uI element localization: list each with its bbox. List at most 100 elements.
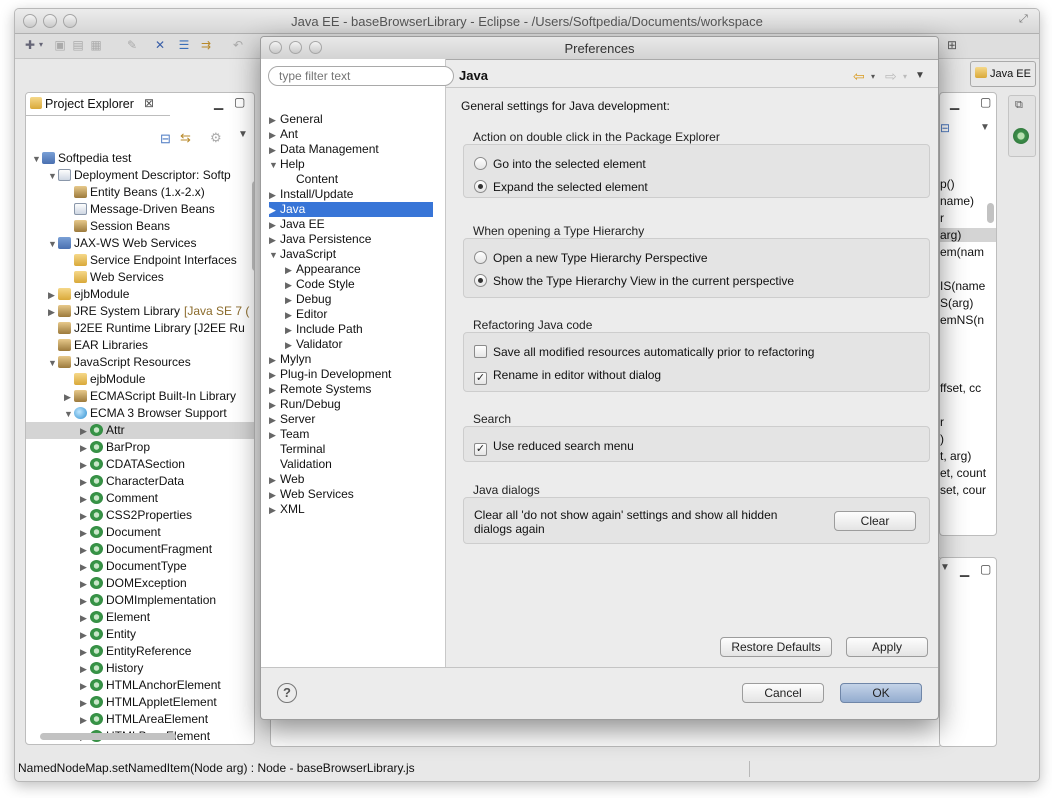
collapsed-chevron-icon[interactable]: ▶ — [269, 353, 278, 368]
nav-item[interactable]: Validation — [269, 457, 433, 472]
radio-show-view[interactable]: Show the Type Hierarchy View in the curr… — [474, 274, 794, 288]
outline-item[interactable]: et, count — [940, 466, 986, 480]
nav-item[interactable]: ▶ Server — [269, 412, 433, 427]
nav-item[interactable]: ▶ Ant — [269, 127, 433, 142]
checkbox-reduced-search-box[interactable]: ✓ — [474, 443, 487, 456]
nav-item[interactable]: ▶ XML — [269, 502, 433, 517]
expanded-chevron-icon[interactable]: ▼ — [48, 355, 58, 372]
collapsed-chevron-icon[interactable]: ▶ — [269, 428, 278, 443]
nav-item[interactable]: ▶ Debug — [269, 292, 433, 307]
radio-go-into[interactable]: Go into the selected element — [474, 157, 646, 171]
tree-row[interactable]: ▶ Comment — [26, 490, 254, 507]
collapsed-chevron-icon[interactable]: ▶ — [269, 113, 278, 128]
tree-row[interactable]: ▶ HTMLAnchorElement — [26, 677, 254, 694]
collapsed-chevron-icon[interactable]: ▶ — [80, 508, 90, 525]
tree-row[interactable]: ▶ DocumentFragment — [26, 541, 254, 558]
tree-row[interactable]: ▼ ECMA 3 Browser Support — [26, 405, 254, 422]
outline-item[interactable]: r — [940, 415, 944, 429]
nav-item[interactable]: ▶ Appearance — [269, 262, 433, 277]
nav-item[interactable]: ▶ Data Management — [269, 142, 433, 157]
tree-row[interactable]: EAR Libraries — [26, 337, 254, 354]
tree-row[interactable]: ▶ HTMLAppletElement — [26, 694, 254, 711]
radio-show-view-indicator[interactable] — [474, 274, 487, 287]
ok-button[interactable]: OK — [840, 683, 922, 703]
radio-open-perspective[interactable]: Open a new Type Hierarchy Perspective — [474, 251, 708, 265]
tree-row[interactable]: ▶ ejbModule — [26, 286, 254, 303]
nav-item[interactable]: ▶ Install/Update — [269, 187, 433, 202]
collapsed-chevron-icon[interactable]: ▶ — [269, 473, 278, 488]
nav-item[interactable]: ▶ Code Style — [269, 277, 433, 292]
tree-row[interactable]: ▶ DOMImplementation — [26, 592, 254, 609]
collapsed-chevron-icon[interactable]: ▶ — [80, 678, 90, 695]
servers-icon[interactable] — [1013, 128, 1029, 144]
save-all-icon[interactable]: ▤ — [71, 38, 85, 52]
tree-row[interactable]: ▶ History — [26, 660, 254, 677]
tree-row[interactable]: ▶ Entity — [26, 626, 254, 643]
collapsed-chevron-icon[interactable]: ▶ — [80, 474, 90, 491]
collapsed-chevron-icon[interactable]: ▶ — [80, 695, 90, 712]
perspective-switcher[interactable]: Java EE — [970, 61, 1036, 87]
skip-breakpoints-icon[interactable]: ✕ — [153, 38, 167, 52]
collapsed-chevron-icon[interactable]: ▶ — [80, 644, 90, 661]
collapsed-chevron-icon[interactable]: ▶ — [80, 576, 90, 593]
collapsed-chevron-icon[interactable]: ▶ — [80, 440, 90, 457]
new-icon[interactable]: ✚ — [23, 38, 37, 52]
collapsed-chevron-icon[interactable]: ▶ — [285, 323, 294, 338]
tree-row[interactable]: Entity Beans (1.x-2.x) — [26, 184, 254, 201]
back-arrow-icon[interactable]: ⇦ — [853, 68, 865, 85]
tree-row[interactable]: ▶ Attr — [26, 422, 254, 439]
collapsed-chevron-icon[interactable]: ▶ — [269, 218, 278, 233]
outline-item[interactable]: p() — [940, 177, 955, 191]
edit-icon[interactable]: ✎ — [125, 38, 139, 52]
collapsed-chevron-icon[interactable]: ▶ — [269, 488, 278, 503]
fullscreen-icon[interactable]: ⤢ — [1019, 13, 1028, 26]
tree-row[interactable]: ▼ Softpedia test — [26, 150, 254, 167]
collapsed-chevron-icon[interactable]: ▶ — [80, 610, 90, 627]
tree-row[interactable]: ▼ Deployment Descriptor: Softp — [26, 167, 254, 184]
collapsed-chevron-icon[interactable]: ▶ — [285, 278, 294, 293]
nav-item[interactable]: ▶ Plug-in Development — [269, 367, 433, 382]
nav-item[interactable]: ▶ Java Persistence — [269, 232, 433, 247]
outline-scrollbar[interactable] — [987, 203, 994, 223]
save-icon[interactable]: ▣ — [53, 38, 67, 52]
checkbox-reduced-search[interactable]: ✓ Use reduced search menu — [474, 439, 634, 456]
tree-row[interactable]: ▶ CSS2Properties — [26, 507, 254, 524]
tree-row[interactable]: ▶ Document — [26, 524, 254, 541]
tree-row[interactable]: ▼ JAX-WS Web Services — [26, 235, 254, 252]
nav-item[interactable]: ▼ Help — [269, 157, 433, 172]
collapsed-chevron-icon[interactable]: ▶ — [269, 203, 278, 218]
open-type-icon[interactable]: ⇉ — [199, 38, 213, 52]
tree-row[interactable]: ▶ CharacterData — [26, 473, 254, 490]
collapsed-chevron-icon[interactable]: ▶ — [80, 627, 90, 644]
collapsed-chevron-icon[interactable]: ▶ — [48, 287, 58, 304]
back-dropdown-chevron-icon[interactable]: ▾ — [871, 72, 875, 81]
radio-open-perspective-indicator[interactable] — [474, 251, 487, 264]
forward-arrow-icon[interactable]: ⇨ — [885, 68, 897, 85]
nav-item[interactable]: ▶ Run/Debug — [269, 397, 433, 412]
collapsed-chevron-icon[interactable]: ▶ — [48, 304, 58, 321]
outline-item[interactable]: name) — [940, 194, 974, 208]
nav-item[interactable]: ▶ Web — [269, 472, 433, 487]
checkbox-save-modified[interactable]: Save all modified resources automaticall… — [474, 345, 814, 359]
checkbox-save-modified-box[interactable] — [474, 345, 487, 358]
collapsed-chevron-icon[interactable]: ▶ — [269, 413, 278, 428]
open-perspective-icon[interactable]: ⊞ — [945, 38, 959, 52]
nav-item[interactable]: ▶ Mylyn — [269, 352, 433, 367]
outline-item[interactable]: em(nam — [940, 245, 984, 259]
collapsed-chevron-icon[interactable]: ▶ — [269, 503, 278, 518]
outline-item[interactable]: arg) — [940, 228, 996, 242]
collapsed-chevron-icon[interactable]: ▶ — [269, 398, 278, 413]
outline-item[interactable]: emNS(n — [940, 313, 984, 327]
outline-item[interactable]: S(arg) — [940, 296, 973, 310]
collapsed-chevron-icon[interactable]: ▶ — [80, 593, 90, 610]
tree-horizontal-scrollbar[interactable] — [40, 733, 176, 740]
tree-row[interactable]: ▶ CDATASection — [26, 456, 254, 473]
collapsed-chevron-icon[interactable]: ▶ — [269, 188, 278, 203]
print-icon[interactable]: ▦ — [89, 38, 103, 52]
tree-row[interactable]: ▶ Element — [26, 609, 254, 626]
nav-item[interactable]: ▼ JavaScript — [269, 247, 433, 262]
tree-vertical-scrollbar[interactable] — [252, 181, 254, 271]
tree-row[interactable]: Service Endpoint Interfaces — [26, 252, 254, 269]
tree-row[interactable]: ▶ HTMLAreaElement — [26, 711, 254, 728]
nav-item[interactable]: ▶ Java EE — [269, 217, 433, 232]
